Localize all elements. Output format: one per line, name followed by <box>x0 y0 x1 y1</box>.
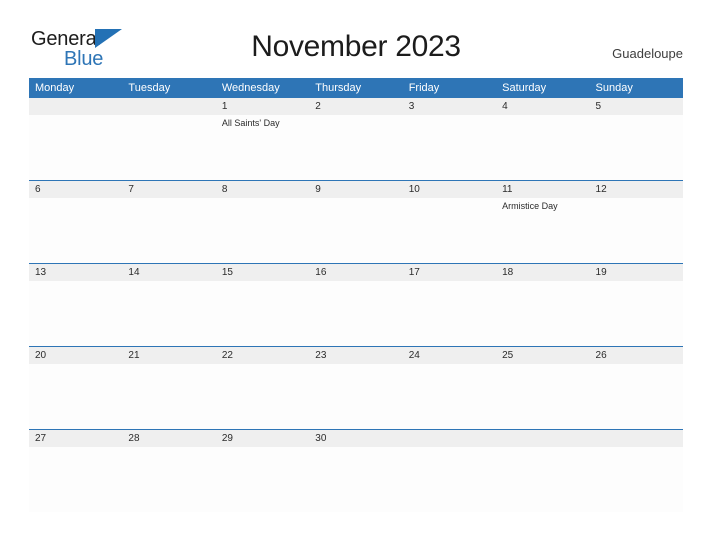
day-number[interactable]: 26 <box>589 346 683 364</box>
day-number[interactable]: 1 <box>215 98 310 115</box>
day-number[interactable]: 17 <box>402 263 497 281</box>
day-cell[interactable] <box>122 364 216 430</box>
day-number[interactable]: 18 <box>496 263 590 281</box>
day-of-week-monday: Monday <box>29 78 123 98</box>
day-number[interactable]: 4 <box>496 98 590 115</box>
day-number[interactable]: 2 <box>309 98 403 115</box>
day-cell[interactable] <box>589 447 683 512</box>
day-number[interactable]: 24 <box>402 346 497 364</box>
day-cell[interactable] <box>402 281 497 347</box>
day-cell[interactable] <box>402 115 497 181</box>
day-number[interactable]: 20 <box>29 346 123 364</box>
day-number[interactable]: 30 <box>309 429 403 447</box>
event-label: All Saints' Day <box>221 118 280 128</box>
week-row: 13 14 15 16 17 18 19 <box>29 263 683 281</box>
day-cell[interactable] <box>496 281 590 347</box>
page-title: November 2023 <box>251 30 461 63</box>
week-event-row <box>29 447 683 512</box>
day-cell[interactable] <box>29 115 123 181</box>
day-number[interactable] <box>496 429 590 447</box>
day-cell[interactable] <box>496 115 590 181</box>
day-number[interactable]: 11 <box>496 180 590 198</box>
day-number[interactable]: 9 <box>309 180 403 198</box>
day-cell[interactable] <box>122 281 216 347</box>
page-header: General Blue November 2023 Guadeloupe <box>0 0 712 78</box>
day-number[interactable]: 10 <box>402 180 497 198</box>
calendar-table: Monday Tuesday Wednesday Thursday Friday… <box>29 78 683 512</box>
day-of-week-saturday: Saturday <box>496 78 590 98</box>
event-label: Armistice Day <box>502 201 558 211</box>
day-cell[interactable] <box>122 115 216 181</box>
day-number[interactable]: 28 <box>122 429 216 447</box>
day-number[interactable]: 5 <box>589 98 683 115</box>
day-cell[interactable]: All Saints' Day <box>215 115 310 181</box>
day-cell[interactable] <box>215 281 310 347</box>
day-cell[interactable] <box>589 198 683 264</box>
day-number[interactable]: 12 <box>589 180 683 198</box>
day-cell[interactable] <box>402 364 497 430</box>
day-cell[interactable] <box>122 447 216 512</box>
day-cell[interactable] <box>29 364 123 430</box>
day-of-week-header-row: Monday Tuesday Wednesday Thursday Friday… <box>29 78 683 98</box>
week-row: 1 2 3 4 5 <box>29 98 683 115</box>
day-of-week-sunday: Sunday <box>589 78 683 98</box>
day-of-week-thursday: Thursday <box>309 78 403 98</box>
day-cell[interactable] <box>309 364 403 430</box>
day-number[interactable] <box>589 429 683 447</box>
day-cell[interactable] <box>589 115 683 181</box>
day-number[interactable] <box>402 429 497 447</box>
week-event-row <box>29 364 683 430</box>
day-cell[interactable] <box>215 198 310 264</box>
day-number[interactable]: 3 <box>402 98 497 115</box>
day-number[interactable]: 14 <box>122 263 216 281</box>
day-cell[interactable]: Armistice Day <box>496 198 590 264</box>
day-of-week-friday: Friday <box>402 78 497 98</box>
day-cell[interactable] <box>402 447 497 512</box>
day-cell[interactable] <box>215 364 310 430</box>
calendar-body: 1 2 3 4 5 All Saints' Day 6 7 8 9 10 11 … <box>29 98 683 512</box>
calendar-page: General Blue November 2023 Guadeloupe Mo… <box>0 0 712 550</box>
day-number[interactable]: 7 <box>122 180 216 198</box>
day-of-week-tuesday: Tuesday <box>122 78 216 98</box>
day-number[interactable]: 6 <box>29 180 123 198</box>
day-cell[interactable] <box>589 281 683 347</box>
day-number[interactable]: 22 <box>215 346 310 364</box>
day-cell[interactable] <box>589 364 683 430</box>
week-row: 6 7 8 9 10 11 12 <box>29 180 683 198</box>
day-number[interactable]: 15 <box>215 263 310 281</box>
day-cell[interactable] <box>122 198 216 264</box>
day-number[interactable] <box>29 98 123 115</box>
day-cell[interactable] <box>309 281 403 347</box>
day-cell[interactable] <box>496 447 590 512</box>
day-number[interactable]: 23 <box>309 346 403 364</box>
day-cell[interactable] <box>29 447 123 512</box>
day-cell[interactable] <box>29 198 123 264</box>
week-row: 27 28 29 30 <box>29 429 683 447</box>
day-number[interactable]: 19 <box>589 263 683 281</box>
day-cell[interactable] <box>29 281 123 347</box>
day-number[interactable] <box>122 98 216 115</box>
day-cell[interactable] <box>309 447 403 512</box>
day-number[interactable]: 8 <box>215 180 310 198</box>
day-cell[interactable] <box>309 115 403 181</box>
week-event-row: All Saints' Day <box>29 115 683 181</box>
day-number[interactable]: 21 <box>122 346 216 364</box>
week-event-row <box>29 281 683 347</box>
day-number[interactable]: 13 <box>29 263 123 281</box>
day-cell[interactable] <box>215 447 310 512</box>
day-number[interactable]: 25 <box>496 346 590 364</box>
day-cell[interactable] <box>309 198 403 264</box>
day-of-week-wednesday: Wednesday <box>215 78 310 98</box>
week-event-row: Armistice Day <box>29 198 683 264</box>
day-cell[interactable] <box>496 364 590 430</box>
day-number[interactable]: 29 <box>215 429 310 447</box>
location-label: Guadeloupe <box>612 46 683 61</box>
day-number[interactable]: 27 <box>29 429 123 447</box>
week-row: 20 21 22 23 24 25 26 <box>29 346 683 364</box>
day-cell[interactable] <box>402 198 497 264</box>
day-number[interactable]: 16 <box>309 263 403 281</box>
